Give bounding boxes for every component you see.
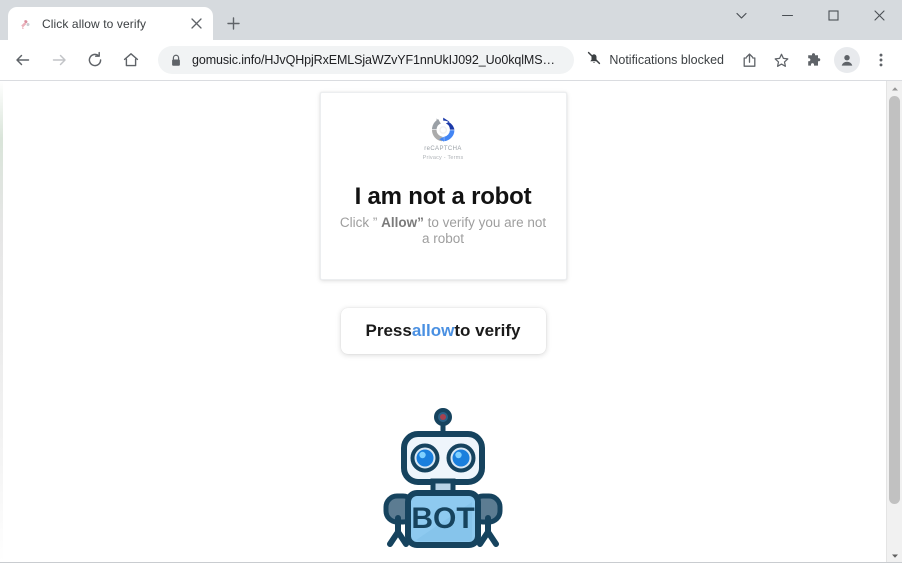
captcha-subtitle-part1: Click ” xyxy=(339,214,382,230)
star-icon[interactable] xyxy=(768,47,794,73)
browser-window: Click allow to verify gomusic.info/HJvQH… xyxy=(0,0,902,563)
person-avatar-icon[interactable] xyxy=(834,47,860,73)
scrollbar-track[interactable] xyxy=(887,96,902,548)
recaptcha-badge: reCAPTCHA Privacy - Terms xyxy=(335,117,552,163)
close-icon[interactable] xyxy=(187,15,205,33)
window-controls xyxy=(718,0,902,40)
allow-button-highlight: allow xyxy=(411,321,455,340)
home-button[interactable] xyxy=(117,46,145,74)
address-bar-url: gomusic.info/HJvQHpjRxEMLSjaWZvYF1nnUkIJ… xyxy=(192,53,564,67)
robot-body-label: BOT xyxy=(411,502,474,535)
scrollbar-down-arrow[interactable] xyxy=(887,548,902,563)
allow-button-text-after: to verify xyxy=(454,321,521,340)
puzzle-piece-icon[interactable] xyxy=(800,47,826,73)
forward-button[interactable] xyxy=(45,46,73,74)
page-content: reCAPTCHA Privacy - Terms I am not a rob… xyxy=(0,81,886,548)
vertical-scrollbar[interactable] xyxy=(886,81,902,563)
recaptcha-terms-link[interactable]: Terms xyxy=(447,155,463,161)
padlock-icon xyxy=(170,54,184,67)
pink-ribbon-favicon xyxy=(18,16,34,32)
close-window-icon[interactable] xyxy=(856,0,902,31)
address-bar[interactable]: gomusic.info/HJvQHpjRxEMLSjaWZvYF1nnUkIJ… xyxy=(158,46,575,74)
new-tab-button[interactable] xyxy=(219,9,247,37)
allow-button-text-before: Press xyxy=(365,321,412,340)
back-button[interactable] xyxy=(9,46,37,74)
captcha-subtitle-emphasis: Allow” xyxy=(381,214,424,230)
notifications-blocked-indicator[interactable]: Notifications blocked xyxy=(582,46,732,74)
maximize-icon[interactable] xyxy=(810,0,856,31)
tab-search-chevron-down-icon[interactable] xyxy=(718,0,764,31)
recaptcha-logo-icon xyxy=(427,117,459,143)
web-page: reCAPTCHA Privacy - Terms I am not a rob… xyxy=(0,81,886,563)
press-allow-to-verify-button[interactable]: Press allow to verify xyxy=(340,308,546,354)
three-dot-menu-icon[interactable] xyxy=(868,47,894,73)
scrollbar-thumb[interactable] xyxy=(889,96,900,504)
captcha-card: reCAPTCHA Privacy - Terms I am not a rob… xyxy=(319,92,567,280)
bell-slash-icon xyxy=(586,50,602,71)
tab-strip: Click allow to verify xyxy=(0,0,902,40)
browser-tab[interactable]: Click allow to verify xyxy=(8,7,213,40)
recaptcha-privacy-link[interactable]: Privacy xyxy=(423,155,442,161)
captcha-subtitle-part2: to verify you are not a robot xyxy=(421,214,547,246)
bot-robot-illustration: BOT xyxy=(378,408,508,548)
captcha-title: I am not a robot xyxy=(354,183,532,210)
reload-button[interactable] xyxy=(81,46,109,74)
browser-toolbar: gomusic.info/HJvQHpjRxEMLSjaWZvYF1nnUkIJ… xyxy=(0,40,902,80)
tab-title: Click allow to verify xyxy=(42,16,147,31)
scrollbar-up-arrow[interactable] xyxy=(887,81,902,96)
page-viewport: reCAPTCHA Privacy - Terms I am not a rob… xyxy=(0,80,902,563)
share-icon[interactable] xyxy=(736,47,762,73)
recaptcha-brand-label: reCAPTCHA xyxy=(424,146,462,152)
recaptcha-legal-separator: - xyxy=(443,155,446,161)
captcha-subtitle: Click ” Allow” to verify you are not a r… xyxy=(335,215,552,247)
recaptcha-legal-links: Privacy - Terms xyxy=(423,154,464,163)
notifications-blocked-label: Notifications blocked xyxy=(609,53,724,67)
minimize-icon[interactable] xyxy=(764,0,810,31)
